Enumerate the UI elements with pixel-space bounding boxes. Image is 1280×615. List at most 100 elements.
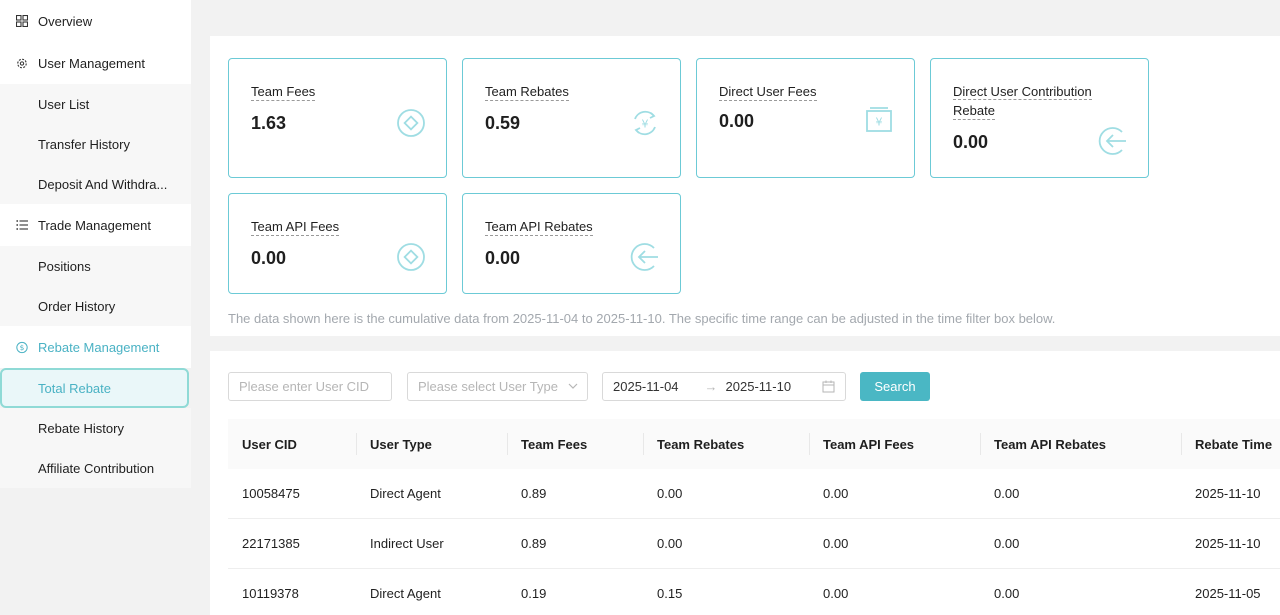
stat-label: Direct User Contribution (953, 84, 1092, 100)
sidebar-item-user-list[interactable]: User List (0, 84, 191, 124)
diamond-circle-icon (396, 108, 426, 138)
rebate-table: User CID User Type Team Fees Team Rebate… (228, 419, 1280, 615)
stat-label: Team API Rebates (485, 219, 593, 236)
cell-team-rebates: 0.00 (657, 486, 683, 501)
sidebar-item-transfer-history[interactable]: Transfer History (0, 124, 191, 164)
nav-rebate-management[interactable]: $ Rebate Management (0, 326, 191, 368)
user-type-placeholder: Please select User Type (418, 379, 558, 394)
grid-icon (16, 15, 28, 27)
nav-user-management-label: User Management (38, 55, 145, 71)
sidebar-item-rebate-history[interactable]: Rebate History (0, 408, 191, 448)
nav-rebate-management-label: Rebate Management (38, 339, 160, 355)
cell-team-rebates: 0.15 (657, 586, 683, 601)
gear-icon (16, 57, 28, 69)
date-end: 2025-11-10 (725, 379, 792, 394)
date-arrow: → (704, 379, 718, 394)
nav-trade-management[interactable]: Trade Management (0, 204, 191, 246)
stat-value: 0.00 (719, 111, 755, 131)
sidebar-item-label: Affiliate Contribution (38, 460, 155, 476)
stat-label-line2: Rebate (953, 103, 995, 120)
stat-value: 1.63 (251, 113, 287, 133)
sidebar-item-label: Transfer History (38, 136, 130, 152)
sidebar: Overview User Management User List Trans… (0, 0, 191, 615)
sidebar-item-label: User List (38, 96, 90, 112)
cell-user-cid: 10119378 (242, 586, 299, 601)
sidebar-item-order-history[interactable]: Order History (0, 286, 191, 326)
column-header-team-api-rebates: Team API Rebates (980, 419, 1181, 469)
cell-team-fees: 0.89 (521, 536, 547, 551)
stat-card-direct-user-fees: Direct User Fees 0.00 ¥ (696, 58, 915, 178)
sidebar-item-affiliate-contribution[interactable]: Affiliate Contribution (0, 448, 191, 488)
svg-text:¥: ¥ (642, 118, 649, 131)
column-header-rebate-time: Rebate Time (1181, 419, 1280, 469)
stat-value: 0.00 (485, 248, 521, 268)
sidebar-item-deposit-withdraw[interactable]: Deposit And Withdra... (0, 164, 191, 204)
sidebar-item-total-rebate[interactable]: Total Rebate (0, 368, 189, 408)
stat-card-team-api-fees: Team API Fees 0.00 (228, 193, 447, 294)
sidebar-item-label: Order History (38, 298, 116, 314)
svg-text:¥: ¥ (876, 116, 883, 129)
nav-overview[interactable]: Overview (0, 0, 191, 42)
wallet-yen-icon: ¥ (864, 105, 894, 135)
stat-label: Team Fees (251, 84, 316, 101)
date-start: 2025-11-04 (613, 379, 679, 394)
sidebar-item-label: Positions (38, 258, 91, 274)
sidebar-item-positions[interactable]: Positions (0, 246, 191, 286)
table-row: 22171385 Indirect User 0.89 0.00 0.00 0.… (228, 519, 1280, 569)
sidebar-item-label: Rebate History (38, 420, 124, 436)
arrow-left-circle-icon (1098, 126, 1128, 156)
nav-user-management[interactable]: User Management (0, 42, 191, 84)
cell-user-cid: 10058475 (242, 486, 300, 501)
stat-value: 0.59 (485, 113, 521, 133)
diamond-circle-icon (396, 242, 426, 272)
column-header-team-fees: Team Fees (507, 419, 643, 469)
svg-text:$: $ (20, 343, 25, 352)
cell-rebate-time: 2025-11-10 (1195, 536, 1261, 551)
cell-user-type: Direct Agent (370, 486, 441, 501)
column-header-user-cid: User CID (242, 436, 297, 452)
stat-card-team-rebates: Team Rebates 0.59 ¥ (462, 58, 681, 178)
sidebar-item-label: Total Rebate (38, 380, 111, 396)
arrow-left-circle-icon (630, 242, 660, 272)
search-button[interactable]: Search (860, 372, 930, 401)
chevron-down-icon (567, 379, 579, 396)
sidebar-item-label: Deposit And Withdra... (38, 176, 168, 192)
column-header-user-type: User Type (356, 419, 507, 469)
cell-rebate-time: 2025-11-05 (1195, 586, 1261, 601)
cell-team-api-fees: 0.00 (823, 486, 849, 501)
stat-value: 0.00 (953, 132, 989, 152)
cell-team-api-rebates: 0.00 (994, 586, 1020, 601)
table-row: 10058475 Direct Agent 0.89 0.00 0.00 0.0… (228, 469, 1280, 519)
cell-team-rebates: 0.00 (657, 536, 683, 551)
cell-team-api-rebates: 0.00 (994, 486, 1020, 501)
user-cid-placeholder: Please enter User CID (239, 379, 370, 394)
table-row: 10119378 Direct Agent 0.19 0.15 0.00 0.0… (228, 569, 1280, 615)
calendar-icon (822, 380, 835, 396)
data-range-note: The data shown here is the cumulative da… (228, 311, 1056, 326)
cell-team-fees: 0.89 (521, 486, 547, 501)
user-cid-input[interactable]: Please enter User CID (228, 372, 392, 401)
stat-card-team-api-rebates: Team API Rebates 0.00 (462, 193, 681, 294)
column-header-team-api-fees: Team API Fees (809, 419, 980, 469)
cell-team-fees: 0.19 (521, 586, 547, 601)
date-range-picker[interactable]: 2025-11-04 → 2025-11-10 (602, 372, 846, 401)
cell-rebate-time: 2025-11-10 (1195, 486, 1261, 501)
stat-card-direct-user-contribution-rebate: Direct User Contribution Rebate 0.00 (930, 58, 1149, 178)
cell-team-api-fees: 0.00 (823, 536, 849, 551)
cell-user-type: Indirect User (370, 536, 444, 551)
cell-team-api-fees: 0.00 (823, 586, 849, 601)
dollar-circle-icon: $ (16, 341, 28, 353)
column-header-team-rebates: Team Rebates (643, 419, 809, 469)
rebate-table-panel: Please enter User CID Please select User… (210, 351, 1280, 615)
list-icon (16, 219, 28, 231)
stat-label: Team Rebates (485, 84, 569, 101)
stat-label-line1: Direct User Contribution (953, 84, 1092, 100)
nav-trade-management-label: Trade Management (38, 217, 151, 233)
cell-user-cid: 22171385 (242, 536, 300, 551)
user-type-select[interactable]: Please select User Type (407, 372, 588, 401)
stat-card-team-fees: Team Fees 1.63 (228, 58, 447, 178)
stat-label: Team API Fees (251, 219, 340, 236)
cell-user-type: Direct Agent (370, 586, 441, 601)
cell-team-api-rebates: 0.00 (994, 536, 1020, 551)
nav-overview-label: Overview (38, 13, 93, 29)
